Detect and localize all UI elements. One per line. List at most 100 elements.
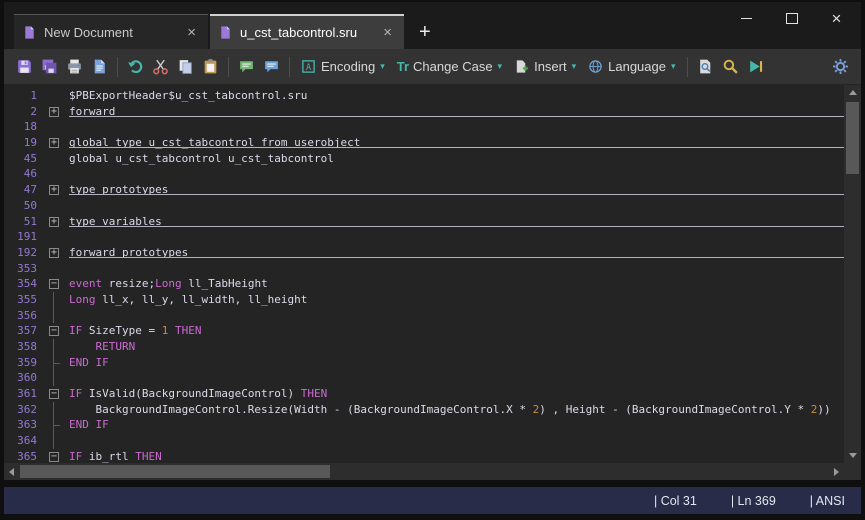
maximize-button[interactable] [769, 2, 814, 34]
scroll-up-arrow[interactable] [844, 85, 861, 100]
code-text[interactable]: $PBExportHeader$u_cst_tabcontrol.sru [62, 88, 844, 104]
code-segment: THEN [301, 387, 328, 400]
fold-expand-icon[interactable] [46, 104, 62, 120]
change-case-dropdown[interactable]: TrChange Case▾ [391, 59, 508, 74]
encoding-dropdown[interactable]: AEncoding▾ [295, 59, 391, 74]
copy-button[interactable] [173, 54, 198, 80]
view-document-button[interactable] [693, 54, 718, 80]
vertical-scroll-thumb[interactable] [846, 102, 859, 174]
toolbar-right [828, 54, 853, 80]
code-text[interactable]: global type u_cst_tabcontrol from userob… [62, 135, 844, 151]
fold-collapse-icon[interactable] [46, 386, 62, 402]
scroll-down-arrow[interactable] [844, 448, 861, 463]
save-all-button[interactable] [37, 54, 62, 80]
code-text[interactable]: END IF [62, 417, 844, 433]
line-number: 19 [4, 135, 46, 151]
status-bar: | Col 31| Ln 369| ANSI [4, 487, 861, 514]
fold-collapse-icon[interactable] [46, 449, 62, 463]
horizontal-scrollbar[interactable] [4, 463, 844, 480]
editor: 1$PBExportHeader$u_cst_tabcontrol.sru2fo… [4, 85, 861, 463]
code-segment: END IF [69, 356, 109, 369]
code-segment: Long [155, 277, 182, 290]
code-text[interactable]: IF IsValid(BackgroundImageControl) THEN [62, 386, 844, 402]
line-number: 359 [4, 355, 46, 371]
toolbar-separator [289, 57, 290, 77]
code-text[interactable] [62, 198, 844, 214]
comment-button[interactable] [234, 54, 259, 80]
run-button[interactable] [743, 54, 768, 80]
code-text[interactable]: type variables [62, 214, 844, 230]
code-text[interactable] [62, 308, 844, 324]
paste-icon [202, 58, 219, 75]
fold-expand-icon[interactable] [46, 135, 62, 151]
code-text[interactable]: Long ll_x, ll_y, ll_width, ll_height [62, 292, 844, 308]
chevron-down-icon: ▾ [498, 61, 503, 72]
print-button[interactable] [62, 54, 87, 80]
encoding-label: Encoding [321, 59, 375, 74]
undo-button[interactable] [123, 54, 148, 80]
fold-margin [46, 433, 62, 449]
line-number: 47 [4, 182, 46, 198]
tab-close-icon[interactable]: × [183, 25, 200, 40]
close-button[interactable]: × [814, 2, 859, 34]
code-text[interactable]: IF ib_rtl THEN [62, 449, 844, 463]
maximize-icon [786, 13, 798, 24]
code-segment: ll_x, ll_y, ll_width, ll_height [96, 293, 308, 306]
code-text[interactable] [62, 166, 844, 182]
code-segment: global u_cst_tabcontrol u_cst_tabcontrol [69, 152, 334, 165]
save-button[interactable] [12, 54, 37, 80]
toolbar-separator [228, 57, 229, 77]
block-comment-button[interactable] [259, 54, 284, 80]
code-segment: type prototypes [69, 183, 168, 196]
tab-new-document[interactable]: New Document× [14, 14, 208, 49]
code-text[interactable]: BackgroundImageControl.Resize(Width - (B… [62, 402, 844, 418]
code-text[interactable] [62, 370, 844, 386]
code-text[interactable] [62, 261, 844, 277]
fold-expand-icon[interactable] [46, 245, 62, 261]
line-number: 191 [4, 229, 46, 245]
tab-close-icon[interactable]: × [379, 25, 396, 40]
insert-dropdown[interactable]: Insert▾ [508, 59, 582, 74]
code-text[interactable]: global u_cst_tabcontrol u_cst_tabcontrol [62, 151, 844, 167]
paste-button[interactable] [198, 54, 223, 80]
code-text[interactable]: forward prototypes [62, 245, 844, 261]
code-text[interactable]: END IF [62, 355, 844, 371]
minimize-button[interactable] [724, 2, 769, 34]
code-segment: END IF [69, 418, 109, 431]
fold-collapse-icon[interactable] [46, 276, 62, 292]
fold-margin [46, 355, 62, 371]
code-text[interactable]: IF SizeType = 1 THEN [62, 323, 844, 339]
new-tab-button[interactable]: + [406, 15, 444, 49]
code-text[interactable] [62, 229, 844, 245]
code-text[interactable]: forward [62, 104, 844, 120]
code-text[interactable]: type prototypes [62, 182, 844, 198]
vertical-scrollbar[interactable] [844, 85, 861, 463]
run-icon [747, 58, 764, 75]
svg-text:A: A [306, 62, 311, 72]
language-dropdown[interactable]: Language▾ [582, 59, 681, 74]
fold-collapse-icon[interactable] [46, 323, 62, 339]
print-preview-button[interactable] [87, 54, 112, 80]
down-arrow-icon [849, 453, 857, 458]
cut-button[interactable] [148, 54, 173, 80]
horizontal-scroll-thumb[interactable] [20, 465, 330, 478]
comment-icon [238, 58, 255, 75]
save-icon [16, 58, 33, 75]
fold-expand-icon[interactable] [46, 214, 62, 230]
code-text[interactable]: RETURN [62, 339, 844, 355]
line-number: 356 [4, 308, 46, 324]
code-text[interactable] [62, 119, 844, 135]
tab-u-cst-tabcontrol-sru[interactable]: u_cst_tabcontrol.sru× [210, 14, 404, 49]
search-button[interactable] [718, 54, 743, 80]
code-area[interactable]: 1$PBExportHeader$u_cst_tabcontrol.sru2fo… [4, 85, 844, 463]
code-text[interactable]: event resize;Long ll_TabHeight [62, 276, 844, 292]
scroll-left-arrow[interactable] [4, 463, 19, 480]
code-text[interactable] [62, 433, 844, 449]
code-line-356: 356 [4, 308, 844, 324]
code-segment: IsValid(BackgroundImageControl) [82, 387, 301, 400]
settings-gear-button[interactable] [828, 54, 853, 80]
fold-margin [46, 198, 62, 214]
fold-expand-icon[interactable] [46, 182, 62, 198]
scroll-right-arrow[interactable] [829, 463, 844, 480]
line-number: 361 [4, 386, 46, 402]
